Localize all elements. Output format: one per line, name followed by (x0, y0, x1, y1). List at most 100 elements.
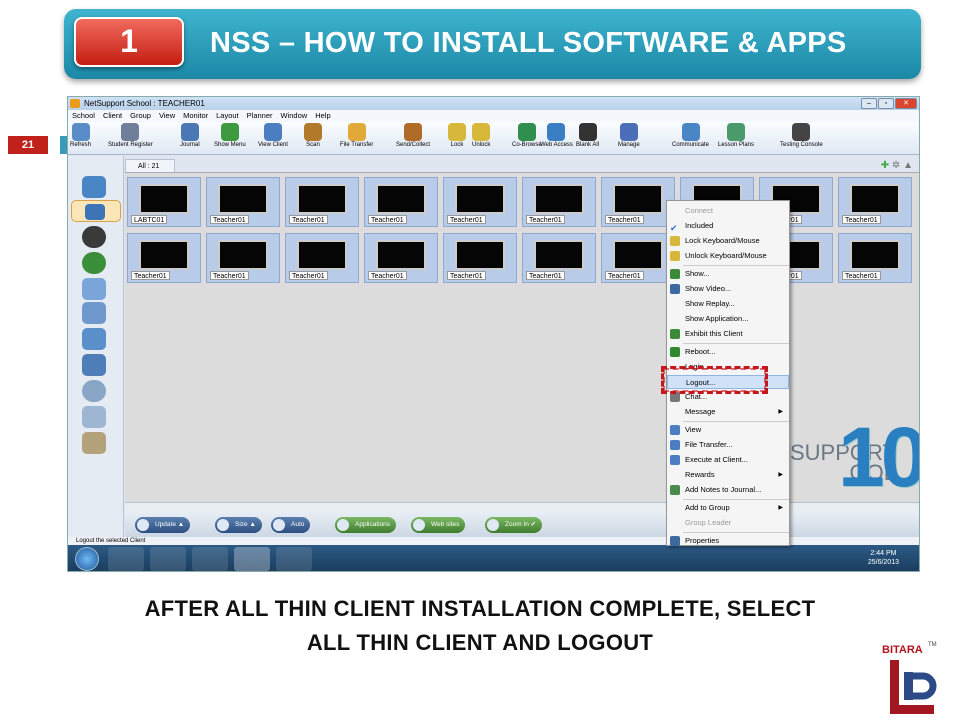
menu-item-show-replay[interactable]: Show Replay... (667, 297, 789, 311)
menu-item-lock-keyboard-mouse[interactable]: Lock Keyboard/Mouse (667, 234, 789, 248)
computers-icon[interactable] (82, 328, 106, 350)
brand-name: BITARA (882, 644, 923, 656)
toolbar-button-unlock[interactable]: Unlock (472, 123, 490, 148)
menu-item-show-video[interactable]: Show Video... (667, 282, 789, 296)
client-thumbnail[interactable]: Teacher01 (285, 177, 359, 227)
users-icon[interactable] (82, 354, 106, 376)
settings-icon[interactable]: ✲ (892, 160, 900, 171)
tab-all[interactable]: All : 21 (125, 159, 175, 172)
toolbar-button-refresh[interactable]: Refresh (70, 123, 91, 148)
menu-window[interactable]: Window (277, 110, 312, 122)
menu-item-execute-at-client[interactable]: Execute at Client... (667, 453, 789, 467)
client-thumbnail[interactable]: Teacher01 (601, 177, 675, 227)
menu-item-exhibit-this-client[interactable]: Exhibit this Client (667, 327, 789, 341)
menu-item-reboot[interactable]: Reboot... (667, 345, 789, 359)
zoom-in-button[interactable]: Zoom In ✔ (485, 517, 543, 533)
auto-button[interactable]: Auto (271, 517, 311, 533)
media-taskbar-icon[interactable] (192, 547, 228, 571)
menu-item-unlock-keyboard-mouse[interactable]: Unlock Keyboard/Mouse (667, 249, 789, 263)
menu-item-message[interactable]: Message ▶ (667, 405, 789, 419)
client-thumbnail[interactable]: Teacher01 (522, 177, 596, 227)
notes-icon[interactable] (82, 432, 106, 454)
menu-planner[interactable]: Planner (243, 110, 277, 122)
globe-icon[interactable] (82, 252, 106, 274)
menu-item-show[interactable]: Show... (667, 267, 789, 281)
client-thumbnail[interactable]: Teacher01 (206, 233, 280, 283)
menu-layout[interactable]: Layout (212, 110, 243, 122)
toolbar-button-journal[interactable]: Journal (180, 123, 200, 148)
toolbar-button-lesson-plans[interactable]: Lesson Plans (718, 123, 754, 148)
toolbar-button-co-browse[interactable]: Co-Browse (512, 123, 542, 148)
toolbar-button-lock[interactable]: Lock (448, 123, 466, 148)
menu-client[interactable]: Client (99, 110, 126, 122)
menu-view[interactable]: View (155, 110, 179, 122)
menu-item-show-application[interactable]: Show Application... (667, 312, 789, 326)
view-client-icon[interactable] (71, 200, 121, 222)
toolbar-icon (472, 123, 491, 141)
toolbar-icon (220, 123, 239, 141)
toolbar-button-communicate[interactable]: Communicate (672, 123, 709, 148)
toolbar-button-web-access[interactable]: Web Access (540, 123, 573, 148)
horizontal-scrollbar[interactable] (125, 502, 919, 512)
update-button[interactable]: Update ▲ (135, 517, 191, 533)
client-thumbnail[interactable]: Teacher01 (838, 177, 912, 227)
menu-item-add-to-group[interactable]: Add to Group ▶ (667, 501, 789, 515)
ie-taskbar-icon[interactable] (108, 547, 144, 571)
toolbar-button-view-client[interactable]: View Client (258, 123, 288, 148)
toolbar-button-student-register[interactable]: Student Register (108, 123, 153, 148)
add-icon[interactable]: ✚ (881, 160, 889, 171)
applications-button[interactable]: Applications (335, 517, 397, 533)
menu-item-label: View (685, 425, 702, 434)
client-thumbnail[interactable]: Teacher01 (522, 233, 596, 283)
minimize-button[interactable]: – (861, 98, 877, 109)
netsupport-taskbar-icon[interactable] (234, 547, 270, 571)
headset-icon[interactable] (82, 226, 106, 248)
client-thumbnail[interactable]: Teacher01 (206, 177, 280, 227)
toolbar-button-manage[interactable]: Manage (618, 123, 640, 148)
client-screen (297, 240, 347, 270)
toolbar-button-testing-console[interactable]: Testing Console (780, 123, 823, 148)
client-thumbnail[interactable]: Teacher01 (601, 233, 675, 283)
client-thumbnail[interactable]: Teacher01 (838, 233, 912, 283)
size-button[interactable]: Size ▲ (215, 517, 262, 533)
menu-school[interactable]: School (68, 110, 99, 122)
toolbar-button-blank-all[interactable]: Blank All (576, 123, 599, 148)
paint-taskbar-icon[interactable] (276, 547, 312, 571)
toolbar-button-scan[interactable]: Scan (304, 123, 322, 148)
menu-item-properties[interactable]: Properties (667, 534, 789, 548)
menu-monitor[interactable]: Monitor (179, 110, 212, 122)
menu-item-add-notes-to-journal[interactable]: Add Notes to Journal... (667, 483, 789, 497)
toolbar-button-file-transfer[interactable]: File Transfer (340, 123, 373, 148)
toolbar-button-send-collect[interactable]: Send/Collect (396, 123, 430, 148)
menu-item-rewards[interactable]: Rewards ▶ (667, 468, 789, 482)
client-thumbnail[interactable]: Teacher01 (443, 233, 517, 283)
menu-item-connect[interactable]: Connect (667, 204, 789, 218)
group-icon[interactable] (82, 176, 106, 198)
menu-help[interactable]: Help (311, 110, 334, 122)
client-thumbnail[interactable]: LABTC01 (127, 177, 201, 227)
client-thumbnail[interactable]: Teacher01 (364, 177, 438, 227)
slide-number-badge: 1 (74, 17, 184, 67)
taskbar-clock[interactable]: 2:44 PM 25/6/2013 (868, 549, 899, 567)
printer-icon[interactable] (82, 406, 106, 428)
client-thumbnail[interactable]: Teacher01 (443, 177, 517, 227)
client-thumbnail[interactable]: Teacher01 (285, 233, 359, 283)
client-thumbnail[interactable]: Teacher01 (364, 233, 438, 283)
explorer-taskbar-icon[interactable] (150, 547, 186, 571)
client-thumbnail[interactable]: Teacher01 (127, 233, 201, 283)
start-button[interactable] (75, 547, 99, 571)
menu-item-group-leader[interactable]: Group Leader (667, 516, 789, 530)
menu-item-file-transfer[interactable]: File Transfer... (667, 438, 789, 452)
client-label: Teacher01 (368, 271, 407, 280)
close-button[interactable]: ✕ (895, 98, 917, 109)
menu-group[interactable]: Group (126, 110, 155, 122)
lock-icon[interactable]: ▲ (903, 160, 913, 171)
menu-item-view[interactable]: View (667, 423, 789, 437)
cd-icon[interactable] (82, 380, 106, 402)
menu-item-included[interactable]: ✔ Included (667, 219, 789, 233)
websites-button[interactable]: Web sites (411, 517, 466, 533)
clipboard-icon[interactable] (82, 302, 106, 324)
document-icon[interactable] (82, 278, 106, 300)
maximize-button[interactable]: ▫ (878, 98, 894, 109)
toolbar-button-show-menu[interactable]: Show Menu (214, 123, 246, 148)
